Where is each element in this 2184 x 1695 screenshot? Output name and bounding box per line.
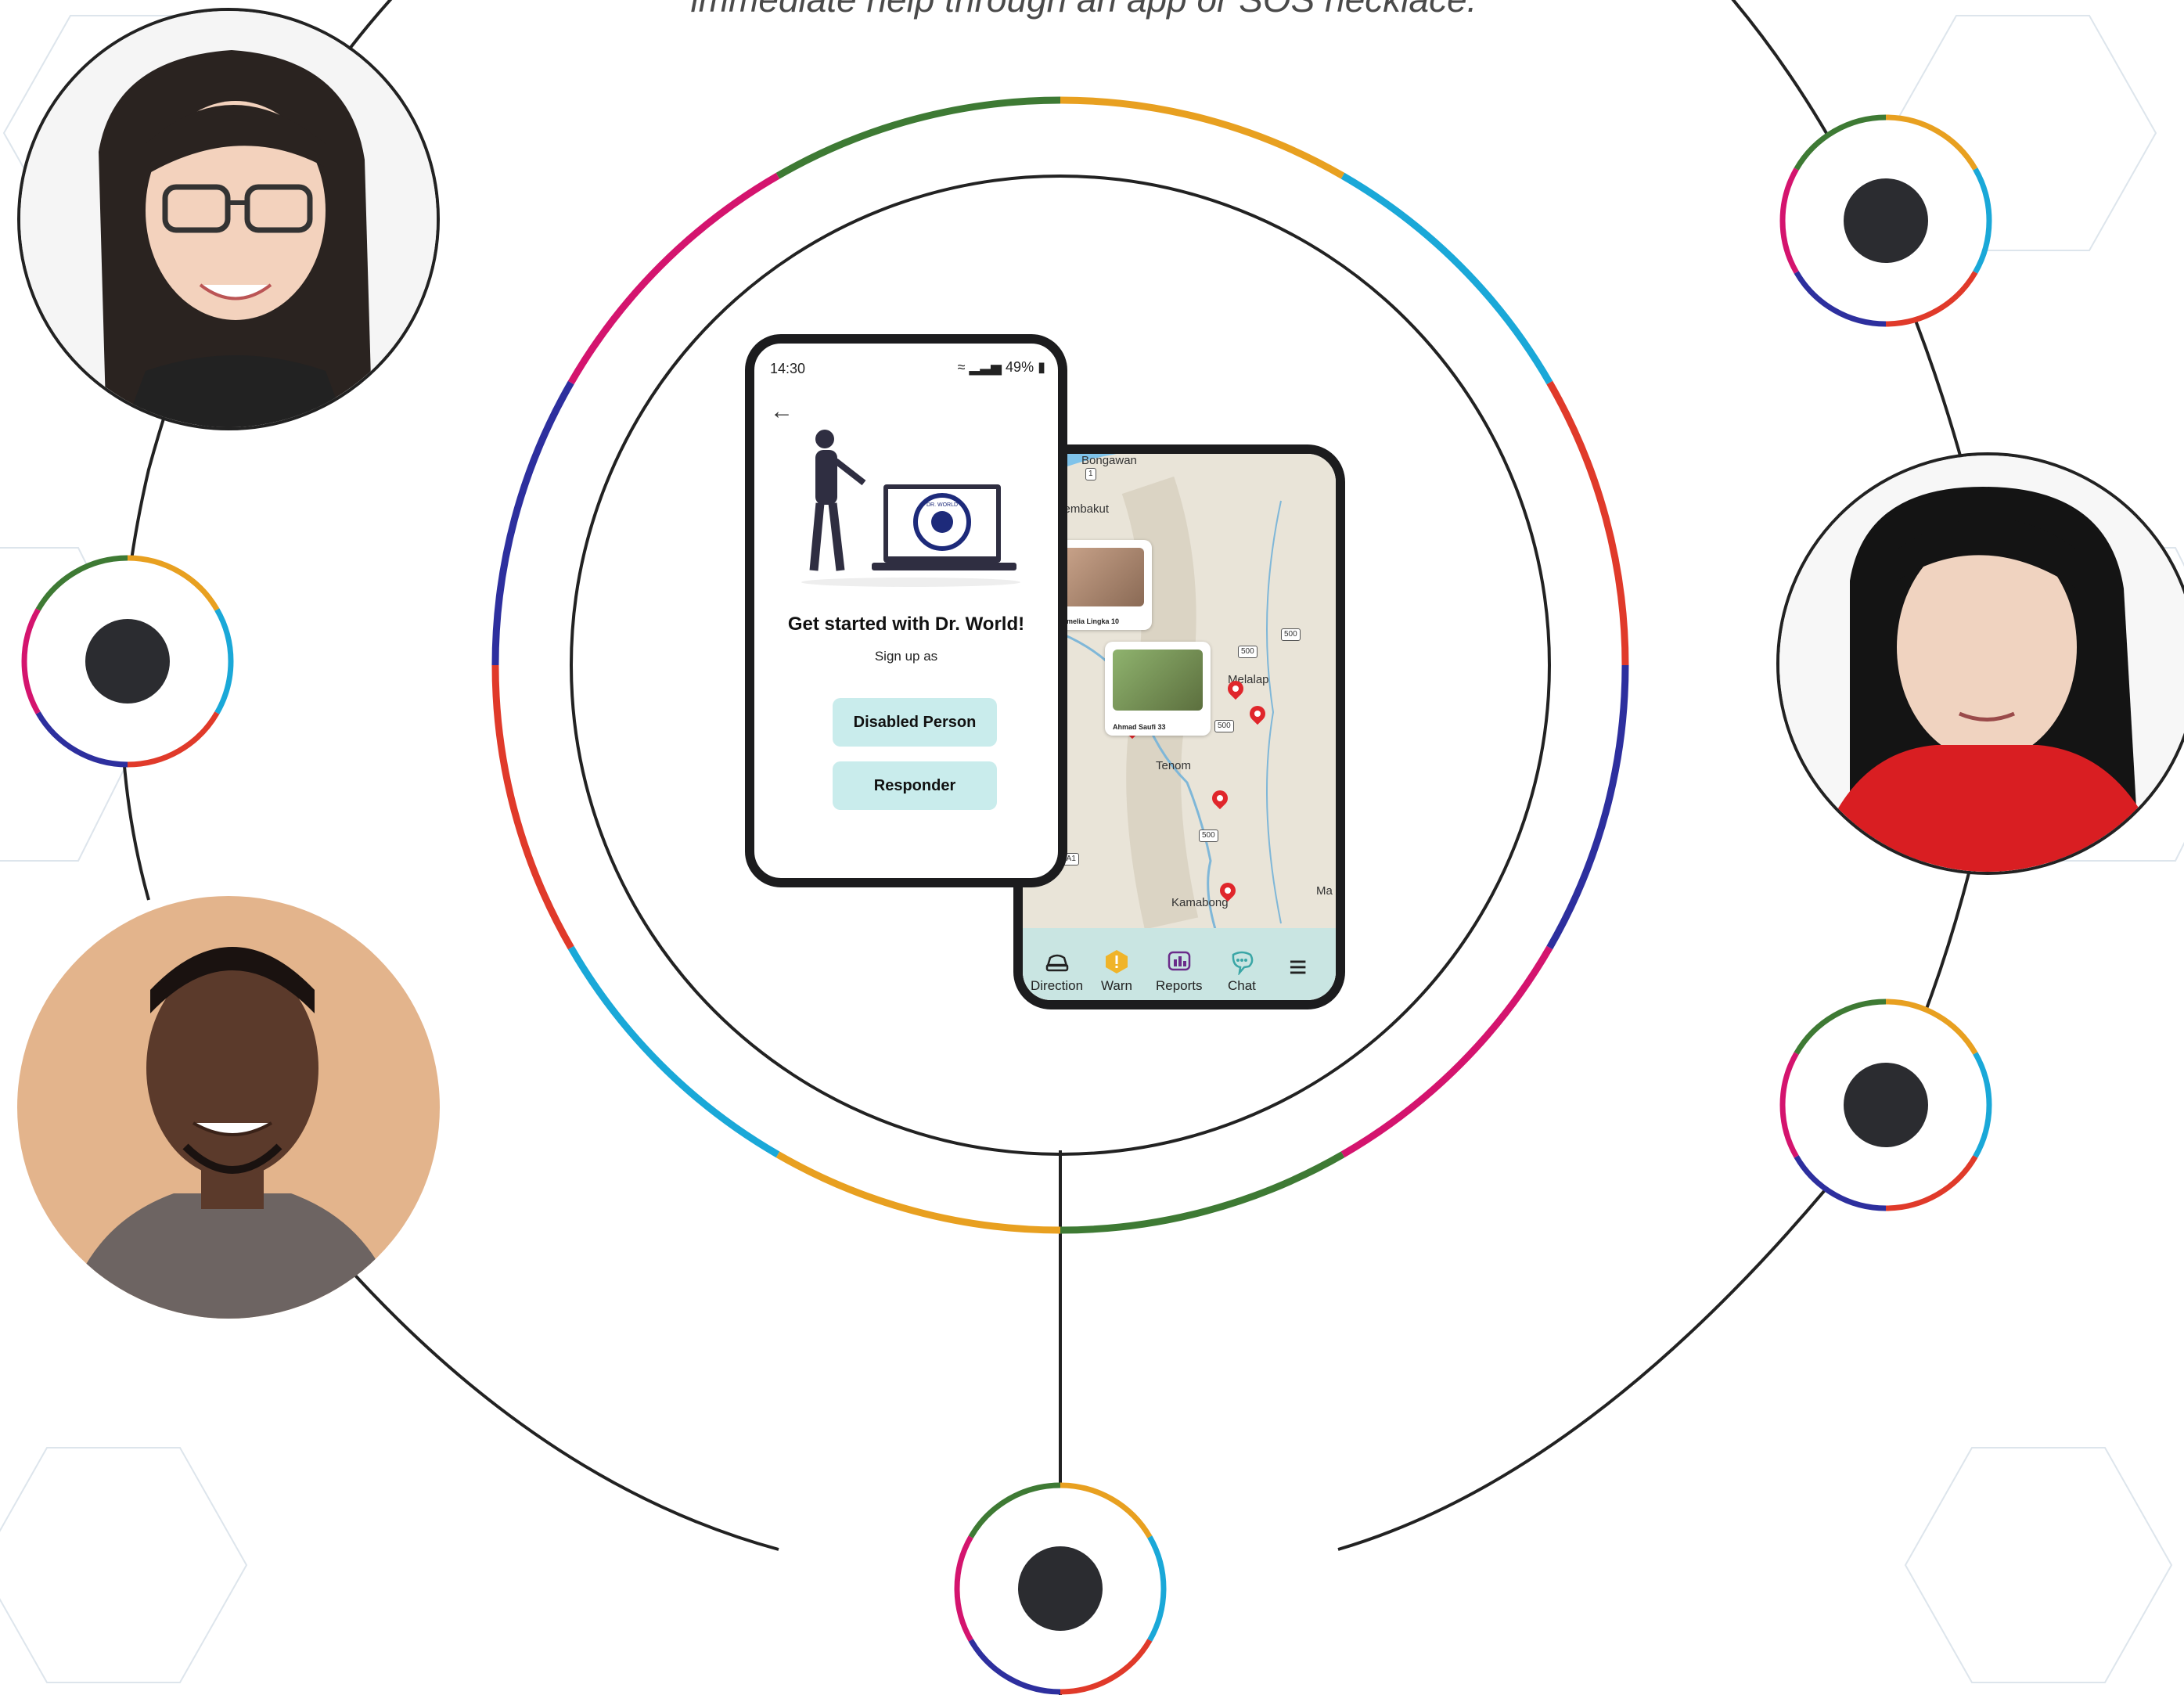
- person-photo: [1062, 548, 1144, 606]
- place-label: Ma: [1316, 884, 1333, 898]
- ring-segment: [491, 380, 574, 666]
- person-age: 10: [1111, 617, 1120, 625]
- stage: immediate help through an app or SOS nec…: [0, 0, 2184, 1695]
- place-label: Tenom: [1156, 759, 1192, 772]
- avatar-man: [17, 896, 440, 1319]
- node: [21, 555, 234, 768]
- hamburger-icon[interactable]: ≡: [1289, 952, 1307, 983]
- person-name: Ahmad Saufi: [1113, 723, 1157, 731]
- place-label: Bongawan: [1081, 454, 1137, 467]
- signup-phone: 14:30 ≈ ▂▃▅ 49% ▮ ← DR. WORLD Get starte…: [745, 334, 1067, 887]
- avatar-woman-red-shirt: [1776, 452, 2184, 875]
- ring-segment: [775, 1151, 1061, 1234]
- chat-icon: [1232, 951, 1254, 975]
- signup-title: Get started with Dr. World!: [787, 614, 1025, 635]
- nav-label: Reports: [1156, 978, 1203, 993]
- car-icon: [1045, 954, 1068, 972]
- nav-chat[interactable]: Chat: [1228, 948, 1256, 994]
- nav-direction[interactable]: Direction: [1031, 948, 1083, 994]
- nav-label: Warn: [1101, 978, 1132, 993]
- reports-icon: [1168, 951, 1191, 971]
- battery-icon: ▮: [1038, 359, 1045, 375]
- road-marker: 500: [1199, 830, 1218, 842]
- disabled-person-button[interactable]: Disabled Person: [833, 698, 997, 747]
- logo-text: DR. WORLD: [926, 502, 958, 508]
- wifi-icon: ≈: [957, 359, 966, 375]
- node-dot: [85, 619, 170, 704]
- ring-segment: [1546, 380, 1629, 666]
- person-photo: [1113, 650, 1203, 711]
- signal-icon: ▂▃▅: [969, 359, 1002, 375]
- nav-label: Direction: [1031, 978, 1084, 993]
- signup-illustration: DR. WORLD: [801, 430, 1020, 587]
- ring-segment: [1060, 96, 1345, 179]
- battery-level: 49%: [1006, 359, 1034, 375]
- node: [954, 1482, 1167, 1695]
- road-marker: 1: [1085, 468, 1096, 480]
- ring-segment: [491, 664, 574, 950]
- status-time: 14:30: [770, 361, 806, 376]
- node-dot: [1844, 178, 1928, 263]
- signup-subtitle: Sign up as: [874, 649, 938, 664]
- bottom-nav: Direction Warn Reports Chat ≡: [1023, 928, 1336, 1000]
- road-marker: 500: [1238, 646, 1258, 658]
- ring-segment: [1340, 172, 1553, 385]
- ring-segment: [567, 172, 780, 385]
- person-age: 33: [1157, 723, 1166, 731]
- nav-label: Chat: [1228, 978, 1256, 993]
- avatar-woman-glasses: [17, 8, 440, 430]
- warning-icon: [1106, 950, 1128, 973]
- ring-segment: [1340, 945, 1553, 1158]
- person-name: Emelia Lingka: [1062, 617, 1110, 625]
- ring-segment: [567, 945, 780, 1158]
- ring-segment: [1546, 664, 1629, 950]
- node-dot: [1844, 1063, 1928, 1147]
- place-label: Kamabong: [1171, 896, 1229, 909]
- node: [1779, 114, 1992, 327]
- road-marker: 500: [1281, 628, 1301, 641]
- node: [1779, 999, 1992, 1211]
- status-indicators: ≈ ▂▃▅ 49% ▮: [958, 359, 1045, 376]
- responder-button[interactable]: Responder: [833, 761, 997, 810]
- nav-reports[interactable]: Reports: [1156, 948, 1203, 994]
- person-card[interactable]: Ahmad Saufi 33: [1105, 642, 1211, 736]
- node-dot: [1018, 1546, 1103, 1631]
- person-card[interactable]: Emelia Lingka 10: [1054, 540, 1152, 630]
- back-arrow-icon[interactable]: ←: [770, 398, 793, 425]
- ring-segment: [775, 96, 1061, 179]
- ring-segment: [1060, 1151, 1345, 1234]
- nav-warn[interactable]: Warn: [1101, 948, 1132, 994]
- status-bar: 14:30 ≈ ▂▃▅ 49% ▮: [770, 359, 1045, 383]
- map-view[interactable]: Bongawan Membakut Tenom Kamabong Melalap…: [1023, 454, 1336, 1000]
- road-marker: 500: [1214, 720, 1234, 732]
